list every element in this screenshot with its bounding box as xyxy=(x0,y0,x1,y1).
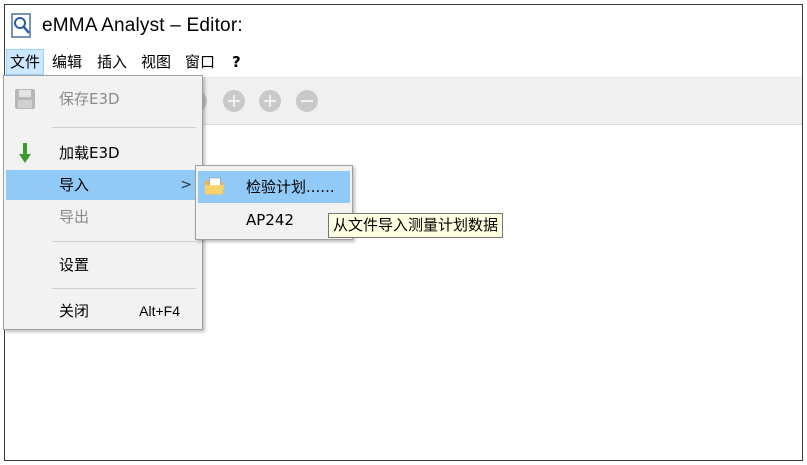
menu-view[interactable]: 视图 xyxy=(138,49,174,75)
menu-help[interactable]: ? xyxy=(229,49,244,75)
menu-save-label: 保存E3D xyxy=(59,90,120,108)
toolbar-add2-button[interactable] xyxy=(259,90,281,112)
menu-export[interactable]: 导出 xyxy=(6,202,200,232)
toolbar-add-button[interactable] xyxy=(223,90,245,112)
submenu-arrow-icon: > xyxy=(180,177,192,193)
submenu-ap242-label: AP242 xyxy=(246,211,294,229)
down-arrow-icon xyxy=(19,143,31,163)
submenu-inspection-plan[interactable]: 检验计划...... xyxy=(198,171,350,203)
magnifier-doc-icon xyxy=(11,13,31,38)
menu-window[interactable]: 窗口 xyxy=(182,49,218,75)
menu-load-e3d[interactable]: 加载E3D xyxy=(6,138,200,168)
menu-close-label: 关闭 xyxy=(59,302,90,320)
tooltip: 从文件导入测量计划数据 xyxy=(328,213,504,238)
menu-import-label: 导入 xyxy=(59,176,90,194)
menu-close[interactable]: 关闭 Alt+F4 xyxy=(6,296,200,326)
menu-settings-label: 设置 xyxy=(59,256,90,274)
save-disk-icon xyxy=(15,89,35,109)
menu-separator xyxy=(52,127,196,128)
plus-v-icon xyxy=(233,95,235,107)
menu-insert[interactable]: 插入 xyxy=(94,49,130,75)
menu-bar: 文件 编辑 插入 视图 窗口 ? xyxy=(5,47,802,78)
menu-load-label: 加载E3D xyxy=(59,144,120,162)
menu-import[interactable]: 导入 > xyxy=(6,170,200,200)
title-bar[interactable]: eMMA Analyst – Editor: xyxy=(5,5,802,47)
folder-open-icon xyxy=(204,177,225,195)
menu-file[interactable]: 文件 xyxy=(6,49,45,75)
window-title: eMMA Analyst – Editor: xyxy=(42,15,243,36)
menu-save-e3d[interactable]: 保存E3D xyxy=(6,84,200,114)
menu-separator xyxy=(52,241,196,242)
menu-separator xyxy=(52,288,196,289)
toolbar-remove-button[interactable] xyxy=(296,90,318,112)
file-menu-dropdown: 保存E3D 加载E3D 导入 > 导出 设置 关闭 Alt+F4 xyxy=(3,75,203,330)
menu-edit[interactable]: 编辑 xyxy=(49,49,85,75)
plus-v-icon xyxy=(269,95,271,107)
menu-settings[interactable]: 设置 xyxy=(6,250,200,280)
minus-icon xyxy=(301,100,313,102)
menu-close-shortcut: Alt+F4 xyxy=(139,303,180,319)
submenu-inspection-plan-label: 检验计划...... xyxy=(246,178,335,196)
menu-export-label: 导出 xyxy=(59,208,90,226)
